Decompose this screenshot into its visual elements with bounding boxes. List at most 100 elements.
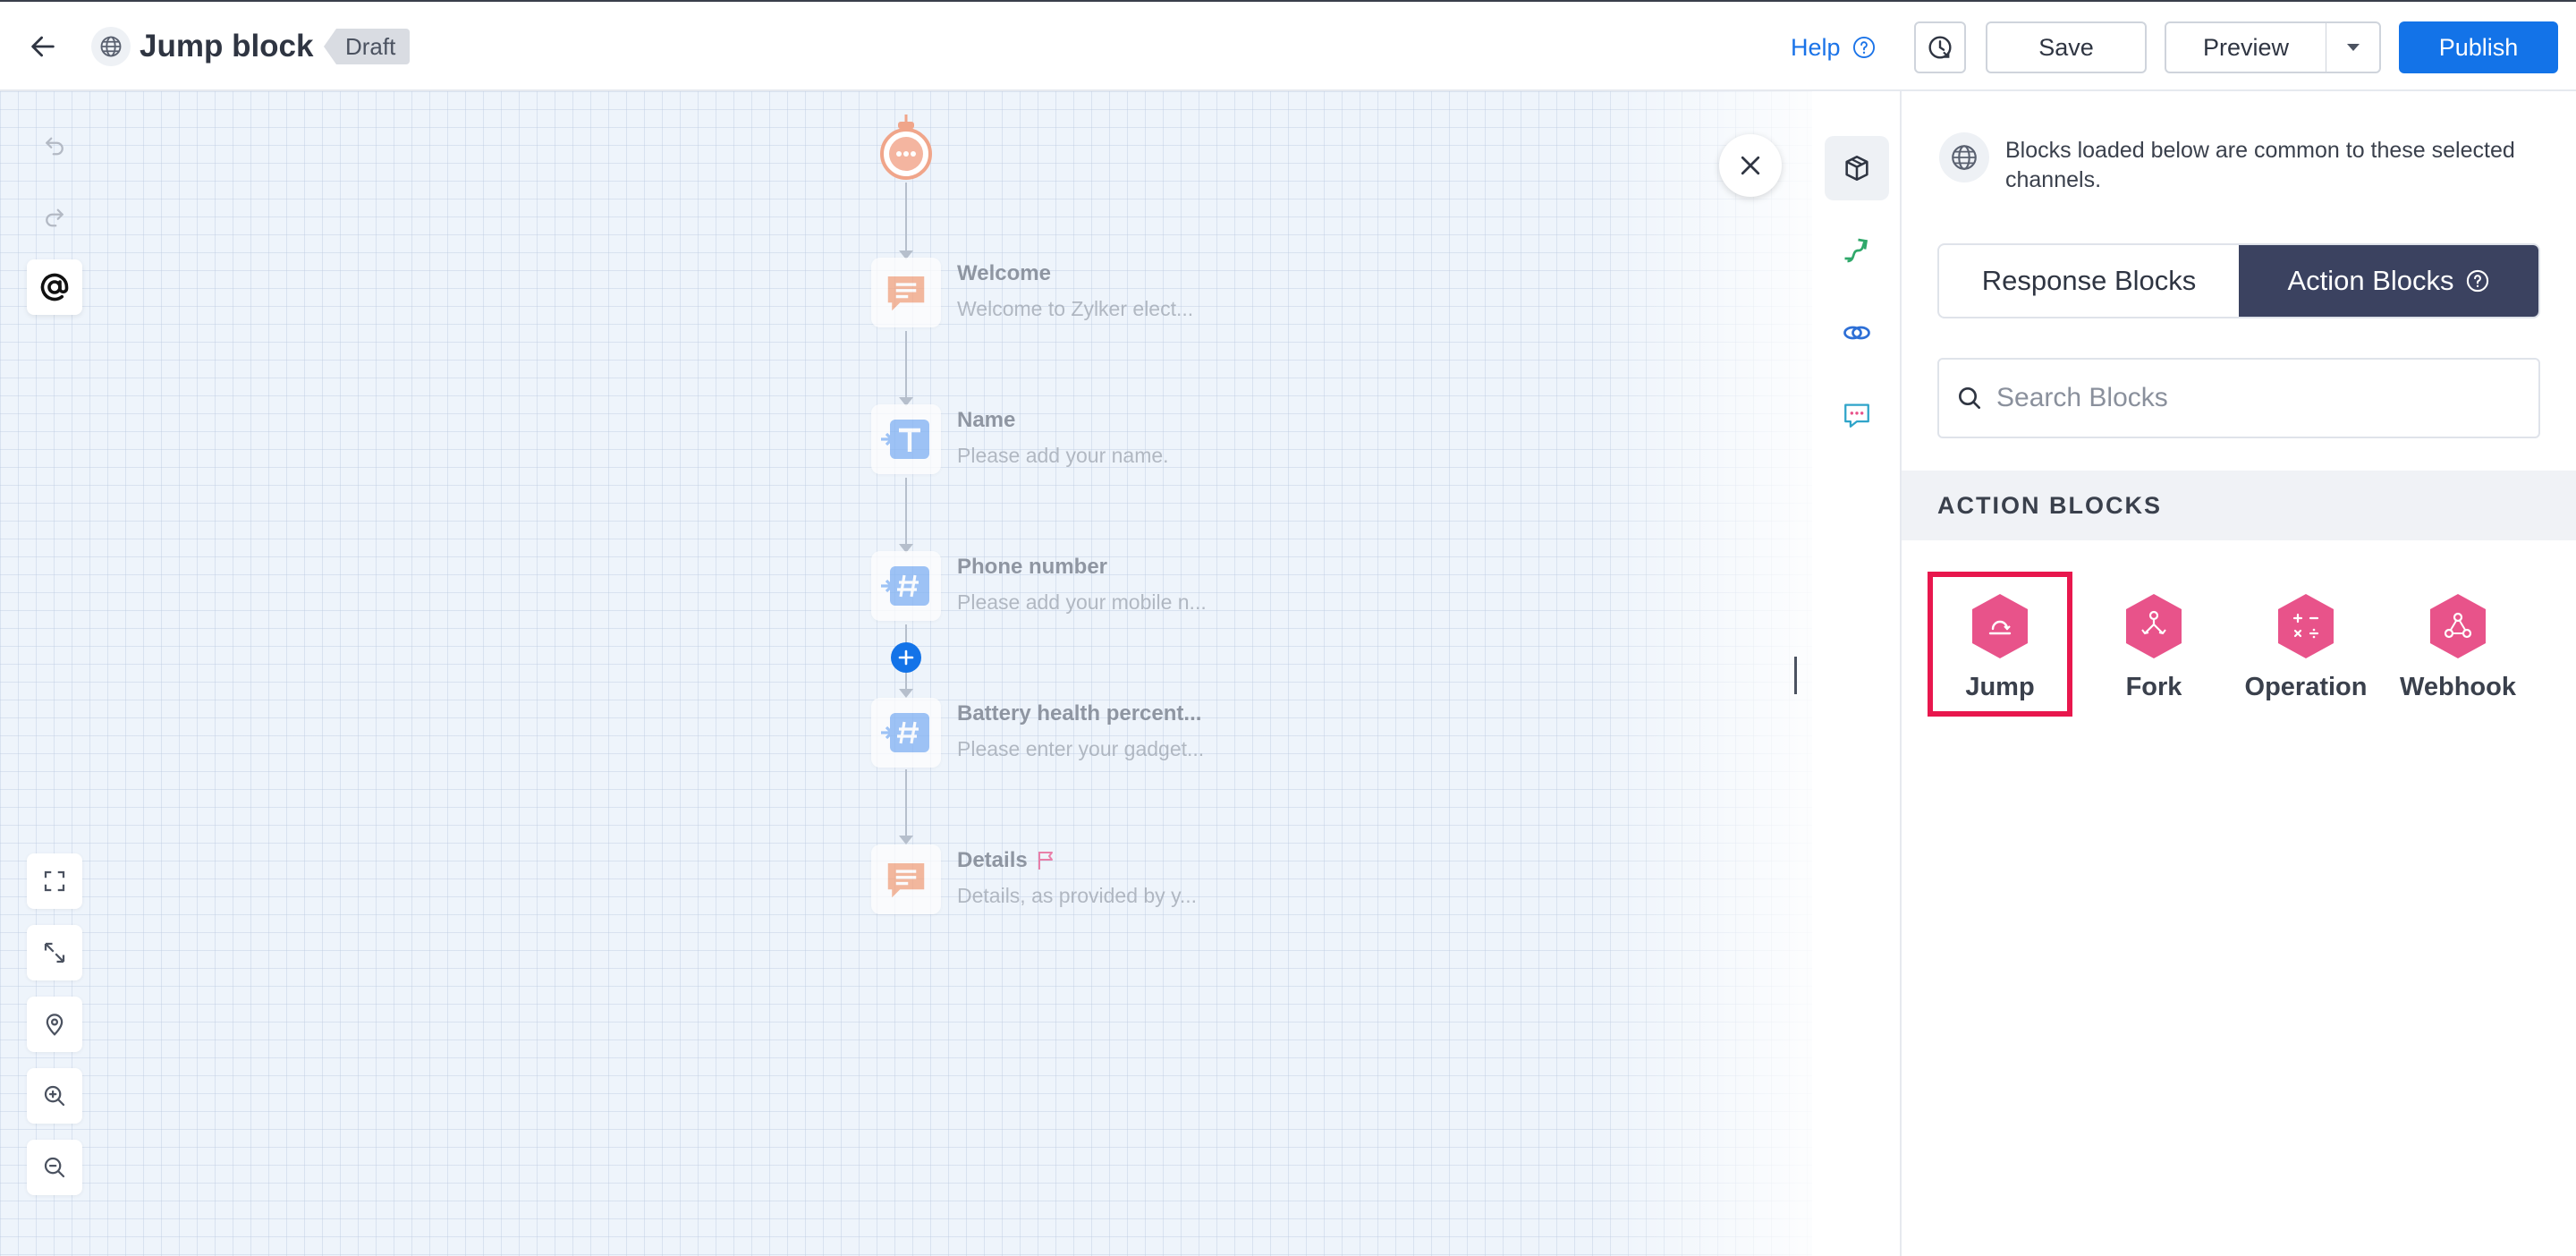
bot-start-node[interactable] <box>877 113 936 188</box>
rail-integrations-button[interactable] <box>1825 301 1889 365</box>
at-sign-icon <box>40 273 69 301</box>
search-input[interactable] <box>1996 383 2497 413</box>
caret-down-icon <box>2346 44 2360 51</box>
preview-button[interactable]: Preview <box>2165 21 2327 73</box>
message-icon <box>871 258 941 327</box>
block-label: Operation <box>2244 673 2368 701</box>
block-operation[interactable]: Operation <box>2236 574 2376 714</box>
block-label: Fork <box>2125 673 2182 701</box>
tab-action-blocks[interactable]: Action Blocks <box>2239 245 2538 317</box>
operation-icon <box>2275 592 2337 660</box>
search-blocks-field[interactable] <box>1937 358 2540 438</box>
tab-label: Action Blocks <box>2287 265 2454 296</box>
tab-label: Response Blocks <box>1981 265 2197 296</box>
redo-button[interactable] <box>27 188 82 243</box>
publish-button[interactable]: Publish <box>2399 21 2558 73</box>
panel-resize-handle[interactable] <box>1794 657 1797 694</box>
node-subtitle: Details, as provided by y... <box>957 884 1198 907</box>
flow-canvas[interactable]: Welcome Welcome to Zylker elect... Name … <box>0 91 1812 1256</box>
flow-path-icon <box>1844 238 1868 263</box>
globe-icon <box>1939 132 1989 182</box>
bot-start-icon <box>880 115 932 180</box>
flag-icon <box>1038 852 1053 870</box>
save-button[interactable]: Save <box>1986 21 2147 73</box>
canvas-history-tools <box>27 116 82 331</box>
section-title: ACTION BLOCKS <box>1902 471 2576 540</box>
node-subtitle: Please add your mobile n... <box>957 590 1207 614</box>
rail-flow-button[interactable] <box>1825 218 1889 283</box>
page-title: Jump block <box>140 29 314 64</box>
redo-icon <box>46 208 64 227</box>
mention-button[interactable] <box>27 259 82 315</box>
version-history-button[interactable] <box>1914 21 1966 73</box>
fit-screen-button[interactable] <box>27 853 82 909</box>
text-input-icon <box>871 404 941 474</box>
connector-line <box>905 478 907 547</box>
block-fork[interactable]: Fork <box>2084 574 2224 714</box>
expand-button[interactable] <box>27 925 82 980</box>
flow-node-welcome[interactable]: Welcome Welcome to Zylker elect... <box>871 258 1318 329</box>
add-block-button[interactable] <box>891 642 921 673</box>
node-title: Name <box>957 408 1016 432</box>
back-button[interactable] <box>21 25 64 68</box>
canvas-view-tools <box>27 853 82 1211</box>
webhook-icon <box>2427 592 2489 660</box>
zoom-out-button[interactable] <box>27 1140 82 1195</box>
rail-blocks-button[interactable] <box>1825 136 1889 200</box>
cube-icon <box>1845 155 1868 182</box>
undo-button[interactable] <box>27 116 82 172</box>
node-subtitle: Welcome to Zylker elect... <box>957 297 1194 320</box>
canvas-fade-overlay <box>1597 91 1812 1256</box>
plus-icon <box>898 649 914 666</box>
undo-icon <box>46 137 64 156</box>
arrow-left-icon <box>31 36 55 57</box>
node-title: Welcome <box>957 261 1051 285</box>
node-title: Details <box>957 848 1056 873</box>
channels-info-text: Blocks loaded below are common to these … <box>2005 138 2515 192</box>
flow-node-details[interactable]: Details Details, as provided by y... <box>871 844 1318 916</box>
block-webhook[interactable]: Webhook <box>2388 574 2528 714</box>
close-icon <box>1741 156 1760 175</box>
connector-line <box>905 331 907 401</box>
zoom-in-button[interactable] <box>27 1068 82 1124</box>
status-badge: Draft <box>324 29 411 64</box>
flow-node-name[interactable]: Name Please add your name. <box>871 404 1318 476</box>
panel-icon-rail <box>1812 91 1902 1256</box>
node-title: Battery health percent... <box>957 701 1202 726</box>
node-title: Phone number <box>957 555 1108 579</box>
jump-icon <box>1969 592 2031 660</box>
connector-arrow <box>899 689 913 698</box>
number-input-icon <box>871 698 941 768</box>
message-icon <box>871 844 941 914</box>
expand-icon <box>44 942 65 963</box>
chat-bubble-icon <box>1844 403 1869 428</box>
zoom-in-icon <box>44 1085 65 1107</box>
block-jump[interactable]: Jump <box>1928 572 2072 717</box>
connector-line <box>905 769 907 839</box>
action-blocks-grid: Jump Fork Operation Webhook <box>1928 572 2556 717</box>
number-input-icon <box>871 551 941 621</box>
channels-info: Blocks loaded below are common to these … <box>1939 132 2547 195</box>
flow-node-phone-number[interactable]: Phone number Please add your mobile n... <box>871 551 1318 623</box>
locate-button[interactable] <box>27 997 82 1052</box>
help-label: Help <box>1791 33 1841 61</box>
node-title-text: Details <box>957 848 1028 872</box>
node-subtitle: Please add your name. <box>957 444 1169 467</box>
question-circle-icon <box>1852 36 1875 59</box>
top-header: Jump block Draft Help Save Preview Publi… <box>0 0 2576 91</box>
location-pin-icon <box>46 1014 64 1036</box>
rail-messages-button[interactable] <box>1825 383 1889 447</box>
block-label: Webhook <box>2400 673 2516 701</box>
fit-screen-icon <box>44 870 65 892</box>
connector-line <box>905 182 907 254</box>
close-panel-button[interactable] <box>1719 134 1782 197</box>
blocks-panel: Blocks loaded below are common to these … <box>1902 91 2576 1256</box>
history-icon <box>1928 36 1952 59</box>
tab-response-blocks[interactable]: Response Blocks <box>1939 245 2239 317</box>
search-icon <box>1959 387 1980 409</box>
preview-dropdown-button[interactable] <box>2326 21 2381 73</box>
question-circle-icon[interactable] <box>2465 268 2490 293</box>
link-icon <box>1843 326 1870 340</box>
flow-node-battery-health[interactable]: Battery health percent... Please enter y… <box>871 698 1318 769</box>
help-link[interactable]: Help <box>1791 29 1877 66</box>
